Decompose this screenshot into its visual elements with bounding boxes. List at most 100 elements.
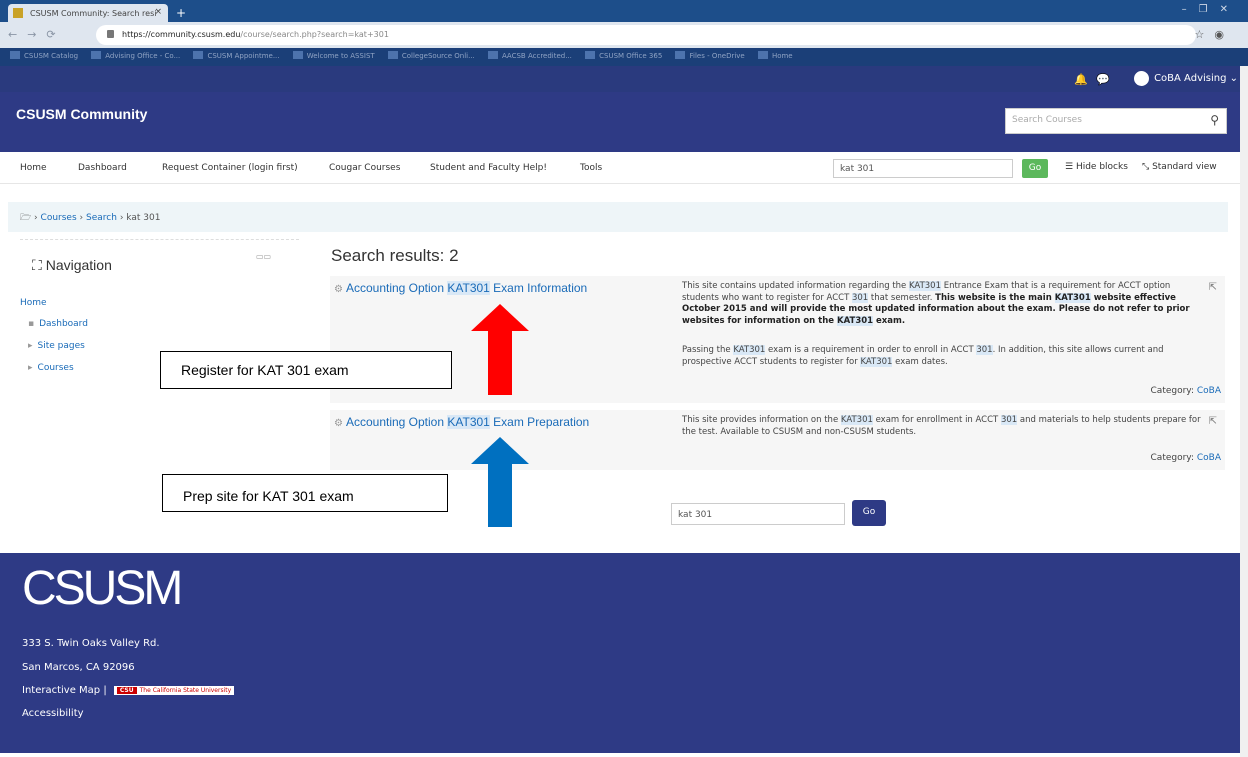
navigation-title-text: Navigation — [45, 257, 112, 273]
hide-blocks-label: Hide blocks — [1075, 162, 1128, 172]
bookmarks-bar: CSUSM Catalog Advising Office - Co... CS… — [0, 48, 1248, 66]
bookmark-item[interactable]: CSUSM Office 365 — [585, 51, 662, 60]
url-host: https://community.csusm.edu — [122, 30, 241, 39]
standard-view-button[interactable]: ⤡ Standard view — [1142, 162, 1217, 172]
breadcrumb-search[interactable]: Search — [86, 213, 117, 223]
csu-abbr: CSU — [116, 687, 137, 694]
nav-item-courses[interactable]: ▸ Courses — [28, 363, 74, 373]
browser-tab-strip: CSUSM Community: Search resi × + –❐✕ — [0, 0, 1248, 22]
tab-title: CSUSM Community: Search resi — [30, 8, 157, 18]
new-tab-button[interactable]: + — [176, 6, 186, 20]
bookmark-item[interactable]: Files - OneDrive — [675, 51, 744, 60]
bookmark-star-icon[interactable]: ☆◉ — [1195, 28, 1234, 41]
result-summary-1: This site provides information on the KA… — [682, 415, 1201, 437]
interactive-map-link[interactable]: Interactive Map — [22, 685, 100, 696]
site-header: CSUSM Community Search Courses ⚲ — [0, 92, 1248, 152]
breadcrumb-courses[interactable]: Courses — [41, 213, 77, 223]
menu-item-home[interactable]: Home — [20, 163, 47, 173]
user-topbar: 🔔 💬 CoBA Advising ⌄ — [0, 66, 1248, 92]
search-placeholder: Search Courses — [1012, 115, 1082, 125]
bookmark-item[interactable]: Welcome to ASSIST — [293, 51, 375, 60]
menu-item-dashboard[interactable]: Dashboard — [78, 163, 127, 173]
user-name: CoBA Advising ⌄ — [1154, 73, 1238, 84]
bookmark-item[interactable]: CSUSM Catalog — [10, 51, 78, 60]
nav-item-site-pages[interactable]: ▸ Site pages — [28, 341, 85, 351]
browser-tab[interactable]: CSUSM Community: Search resi × — [8, 4, 168, 22]
breadcrumb-sep: › — [119, 213, 124, 223]
favicon-icon — [13, 8, 23, 18]
menu-go-button[interactable]: Go — [1022, 159, 1048, 178]
bookmark-item[interactable]: Home — [758, 51, 793, 60]
result-title-link[interactable]: ⚙ Accounting Option KAT301 Exam Preparati… — [334, 415, 589, 429]
search-icon[interactable]: ⚲ — [1210, 113, 1219, 127]
hide-blocks-icon: ☰ — [1065, 162, 1076, 172]
nav-item-label: Dashboard — [39, 319, 88, 329]
bottom-search-input[interactable]: kat 301 — [671, 503, 845, 525]
category-link[interactable]: CoBA — [1197, 386, 1221, 396]
menu-search-input[interactable]: kat 301 — [833, 159, 1013, 178]
lock-icon — [107, 30, 114, 38]
bookmark-item[interactable]: Advising Office - Co... — [91, 51, 180, 60]
messages-icon[interactable]: 💬 — [1096, 73, 1110, 86]
result-title-link[interactable]: ⚙ Accounting Option KAT301 Exam Informati… — [334, 281, 587, 295]
menu-item-request-container[interactable]: Request Container (login first) — [162, 163, 298, 173]
result-title-highlight: KAT301 — [447, 415, 490, 429]
edit-icon[interactable]: ⇱ — [1209, 282, 1217, 293]
user-menu[interactable]: CoBA Advising ⌄ — [1134, 71, 1238, 86]
edit-icon[interactable]: ⇱ — [1209, 416, 1217, 427]
menu-item-tools[interactable]: Tools — [580, 163, 602, 173]
nav-item-dashboard[interactable]: ▪ Dashboard — [28, 319, 88, 329]
page-scrollbar[interactable] — [1240, 66, 1248, 757]
course-search-input[interactable]: Search Courses ⚲ — [1005, 108, 1227, 134]
result-title-pre: Accounting Option — [345, 281, 448, 295]
bookmark-item[interactable]: CollegeSource Onli... — [388, 51, 475, 60]
hide-blocks-button[interactable]: ☰ Hide blocks — [1065, 162, 1128, 172]
result-title-post: Exam Information — [489, 281, 588, 295]
avatar — [1134, 71, 1150, 86]
result-title-pre: Accounting Option — [345, 415, 448, 429]
footer-links: Interactive Map | CSU The California Stat… — [22, 685, 235, 696]
site-title[interactable]: CSUSM Community — [16, 106, 147, 122]
bookmark-item[interactable]: CSUSM Appointme... — [193, 51, 279, 60]
menu-item-help[interactable]: Student and Faculty Help! — [430, 163, 547, 173]
url-bar[interactable]: https://community.csusm.edu/course/searc… — [96, 25, 1196, 45]
breadcrumb-sep: › — [79, 213, 84, 223]
nav-item-home[interactable]: Home — [20, 298, 47, 308]
sitemap-icon: ⛶ — [32, 257, 46, 273]
breadcrumb-current: kat 301 — [126, 213, 161, 223]
result-category: Category: CoBA — [1151, 386, 1221, 396]
menu-item-cougar-courses[interactable]: Cougar Courses — [329, 163, 400, 173]
csu-badge[interactable]: CSU The California State University — [113, 686, 235, 695]
site-footer: CSUSM 333 S. Twin Oaks Valley Rd. San Ma… — [0, 553, 1240, 753]
bookmark-item[interactable]: AACSB Accredited... — [488, 51, 572, 60]
accessibility-link[interactable]: Accessibility — [22, 708, 84, 719]
result-summary-1: This site contains updated information r… — [682, 281, 1190, 326]
browser-nav-buttons[interactable]: ←→⟳ — [8, 28, 66, 41]
window-controls[interactable]: –❐✕ — [1182, 4, 1240, 15]
csusm-logo: CSUSM — [22, 562, 183, 615]
address-bar-row: ←→⟳ https://community.csusm.edu/course/s… — [0, 22, 1248, 48]
standard-view-label: Standard view — [1152, 162, 1217, 172]
bullet-icon: ▪ — [28, 319, 35, 329]
search-result: ⚙ Accounting Option KAT301 Exam Informati… — [330, 276, 1225, 403]
result-category: Category: CoBA — [1151, 453, 1221, 463]
category-link[interactable]: CoBA — [1197, 453, 1221, 463]
results-heading: Search results: 2 — [331, 246, 459, 265]
bottom-go-button[interactable]: Go — [852, 500, 886, 526]
footer-address-line2: San Marcos, CA 92096 — [22, 662, 135, 673]
folder-icon[interactable]: 🗁 — [20, 213, 31, 223]
navigation-title: ⛶ Navigation — [32, 257, 112, 274]
result-summary-2: Passing the KAT301 exam is a requirement… — [682, 345, 1164, 367]
breadcrumb: 🗁 › Courses › Search › kat 301 — [8, 202, 1228, 232]
notification-bell-icon[interactable]: 🔔 — [1074, 73, 1088, 86]
nav-item-label: Site pages — [37, 341, 85, 351]
category-label: Category: — [1150, 453, 1197, 463]
close-tab-icon[interactable]: × — [154, 7, 162, 17]
footer-pipe: | — [103, 685, 107, 696]
block-controls-icon[interactable]: ▭▭ — [256, 252, 271, 261]
chevron-right-icon: ▸ — [28, 363, 33, 373]
course-icon: ⚙ — [334, 284, 343, 295]
course-icon: ⚙ — [334, 418, 343, 429]
main-menu: Home Dashboard Request Container (login … — [0, 152, 1248, 184]
csu-name: The California State University — [139, 687, 232, 694]
